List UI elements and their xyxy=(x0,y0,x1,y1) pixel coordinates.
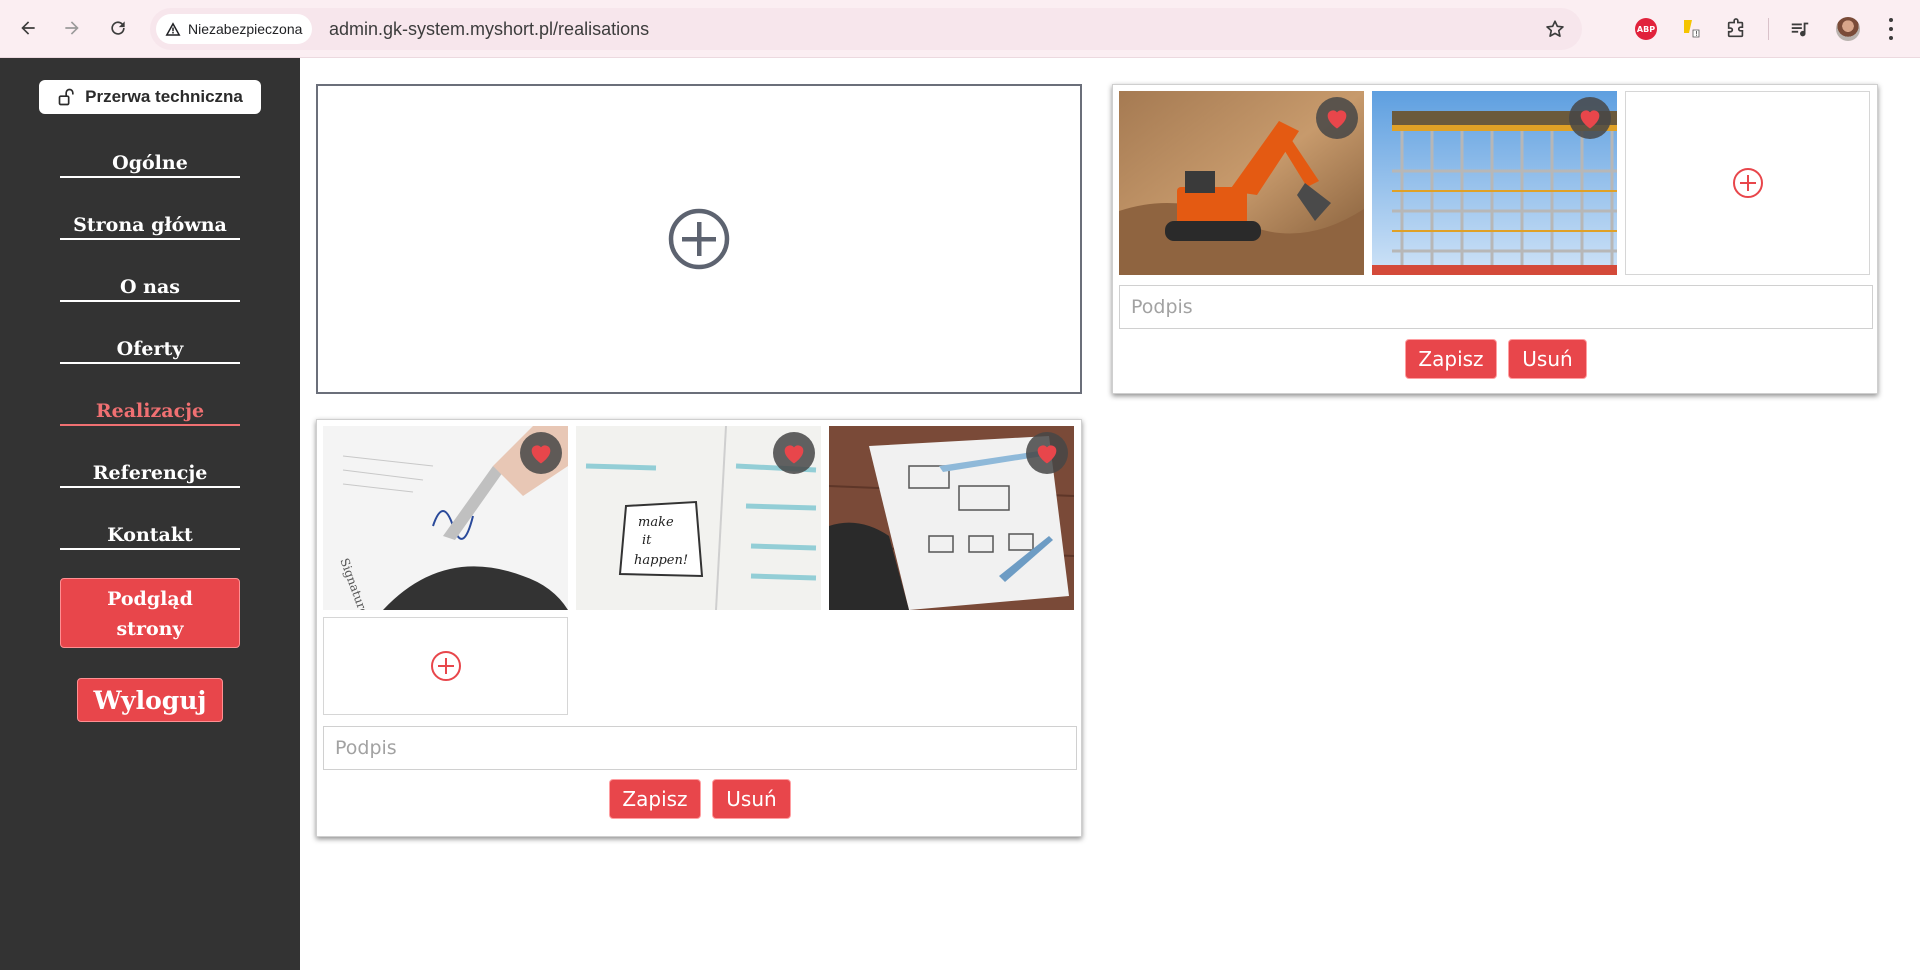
profile-icon[interactable] xyxy=(1834,15,1862,43)
logout-button[interactable]: Wyloguj xyxy=(77,678,223,722)
add-photo-slot[interactable] xyxy=(1625,91,1870,275)
add-realisation-card[interactable] xyxy=(316,84,1082,394)
scaffolding-photo[interactable] xyxy=(1372,91,1617,275)
sidebar-item-references[interactable]: Referencje xyxy=(60,454,240,488)
sidebar-item-contact[interactable]: Kontakt xyxy=(60,516,240,550)
unlock-icon xyxy=(58,88,74,106)
wireframe-photo[interactable] xyxy=(829,426,1074,610)
extension-icon[interactable]: ! xyxy=(1676,15,1704,43)
add-circle-icon xyxy=(668,208,730,270)
realisation-card: Zapisz Usuń xyxy=(1112,84,1878,394)
preview-label-line1: Podgląd xyxy=(107,588,193,610)
puzzle-icon[interactable] xyxy=(1722,15,1750,43)
favorite-heart-icon[interactable] xyxy=(1316,97,1358,139)
toolbar-divider xyxy=(1768,18,1769,40)
maintenance-label: Przerwa techniczna xyxy=(85,87,243,106)
sidebar-item-realisations[interactable]: Realizacje xyxy=(60,392,240,426)
realisation-card: Signatures make it happen! Podpis Zapisz… xyxy=(316,419,1082,837)
security-label: Niezabezpieczona xyxy=(188,21,303,37)
preview-site-button[interactable]: Podgląd strony xyxy=(60,578,240,648)
media-icon[interactable] xyxy=(1786,15,1814,43)
forward-icon[interactable] xyxy=(58,14,86,42)
address-bar[interactable]: Niezabezpieczona admin.gk-system.myshort… xyxy=(150,8,1582,50)
security-chip[interactable]: Niezabezpieczona xyxy=(156,14,313,44)
caption-input[interactable] xyxy=(323,726,1077,770)
excavator-photo[interactable] xyxy=(1119,91,1364,275)
menu-icon[interactable] xyxy=(1888,18,1894,40)
add-photo-slot[interactable] xyxy=(323,617,568,715)
sidebar-item-about[interactable]: O nas xyxy=(60,268,240,302)
back-icon[interactable] xyxy=(14,14,42,42)
browser-toolbar: Niezabezpieczona admin.gk-system.myshort… xyxy=(0,0,1920,58)
favorite-heart-icon[interactable] xyxy=(1026,432,1068,474)
add-circle-icon xyxy=(1732,168,1763,198)
admin-sidebar: Przerwa techniczna Ogólne Strona główna … xyxy=(0,58,300,970)
svg-text:it: it xyxy=(642,533,652,548)
url-text[interactable]: admin.gk-system.myshort.pl/realisations xyxy=(329,19,649,40)
sidebar-item-offers[interactable]: Oferty xyxy=(60,330,240,364)
delete-button[interactable]: Usuń xyxy=(712,779,791,819)
save-button[interactable]: Zapisz xyxy=(609,779,701,819)
delete-button[interactable]: Usuń xyxy=(1508,339,1587,379)
svg-text:happen!: happen! xyxy=(634,553,688,568)
star-icon[interactable] xyxy=(1544,18,1566,40)
warning-icon xyxy=(165,22,181,36)
svg-text:!: ! xyxy=(1695,30,1698,38)
favorite-heart-icon[interactable] xyxy=(1569,97,1611,139)
add-circle-icon xyxy=(430,651,461,681)
save-button[interactable]: Zapisz xyxy=(1405,339,1497,379)
sidebar-item-home[interactable]: Strona główna xyxy=(60,206,240,240)
caption-input[interactable] xyxy=(1119,285,1873,329)
signature-photo[interactable]: Signatures xyxy=(323,426,568,610)
reload-icon[interactable] xyxy=(104,14,132,42)
adblock-icon[interactable]: ABP xyxy=(1632,15,1660,43)
adblock-badge: ABP xyxy=(1635,18,1657,40)
preview-label-line2: strony xyxy=(116,618,184,640)
svg-text:make: make xyxy=(638,515,674,530)
maintenance-toggle[interactable]: Przerwa techniczna xyxy=(39,80,261,114)
notebook-photo[interactable]: make it happen! xyxy=(576,426,821,610)
favorite-heart-icon[interactable] xyxy=(773,432,815,474)
favorite-heart-icon[interactable] xyxy=(520,432,562,474)
avatar xyxy=(1836,17,1860,41)
sidebar-item-general[interactable]: Ogólne xyxy=(60,144,240,178)
